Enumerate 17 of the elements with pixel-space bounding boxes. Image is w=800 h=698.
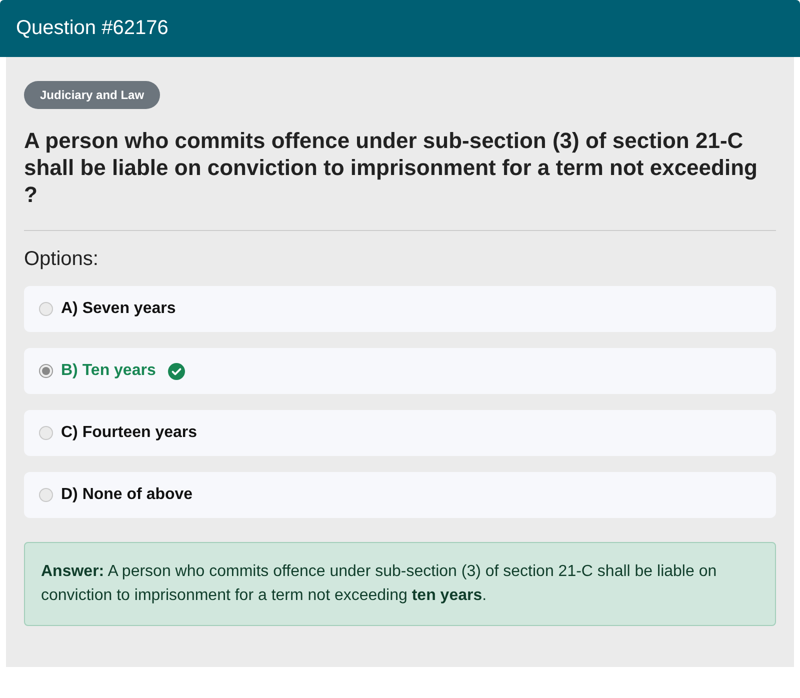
- option-item[interactable]: C) Fourteen years: [24, 410, 776, 456]
- radio-button[interactable]: [39, 426, 53, 440]
- option-label: D) None of above: [61, 486, 193, 504]
- radio-button[interactable]: [39, 364, 53, 378]
- question-title: Question #62176: [16, 17, 168, 40]
- option-item[interactable]: A) Seven years: [24, 286, 776, 332]
- option-item[interactable]: D) None of above: [24, 472, 776, 518]
- question-text: A person who commits offence under sub-section (3) of section 21-C shall be liable on conviction to imprisonment for a term not exceeding ?: [24, 127, 758, 208]
- category-tag: Judiciary and Law: [24, 81, 160, 109]
- answer-text: Answer: A person who commits offence under sub-section (3) of section 21-C shall be liable on conviction to imprisonment for a term not exceeding ten years.: [24, 542, 776, 626]
- radio-button[interactable]: [39, 302, 53, 316]
- radio-button[interactable]: [39, 488, 53, 502]
- options-heading: Options:: [24, 248, 100, 271]
- option-label: B) Ten years: [61, 362, 156, 380]
- option-label: C) Fourteen years: [61, 424, 198, 442]
- option-item[interactable]: B) Ten years: [24, 348, 776, 394]
- option-label: A) Seven years: [61, 300, 176, 318]
